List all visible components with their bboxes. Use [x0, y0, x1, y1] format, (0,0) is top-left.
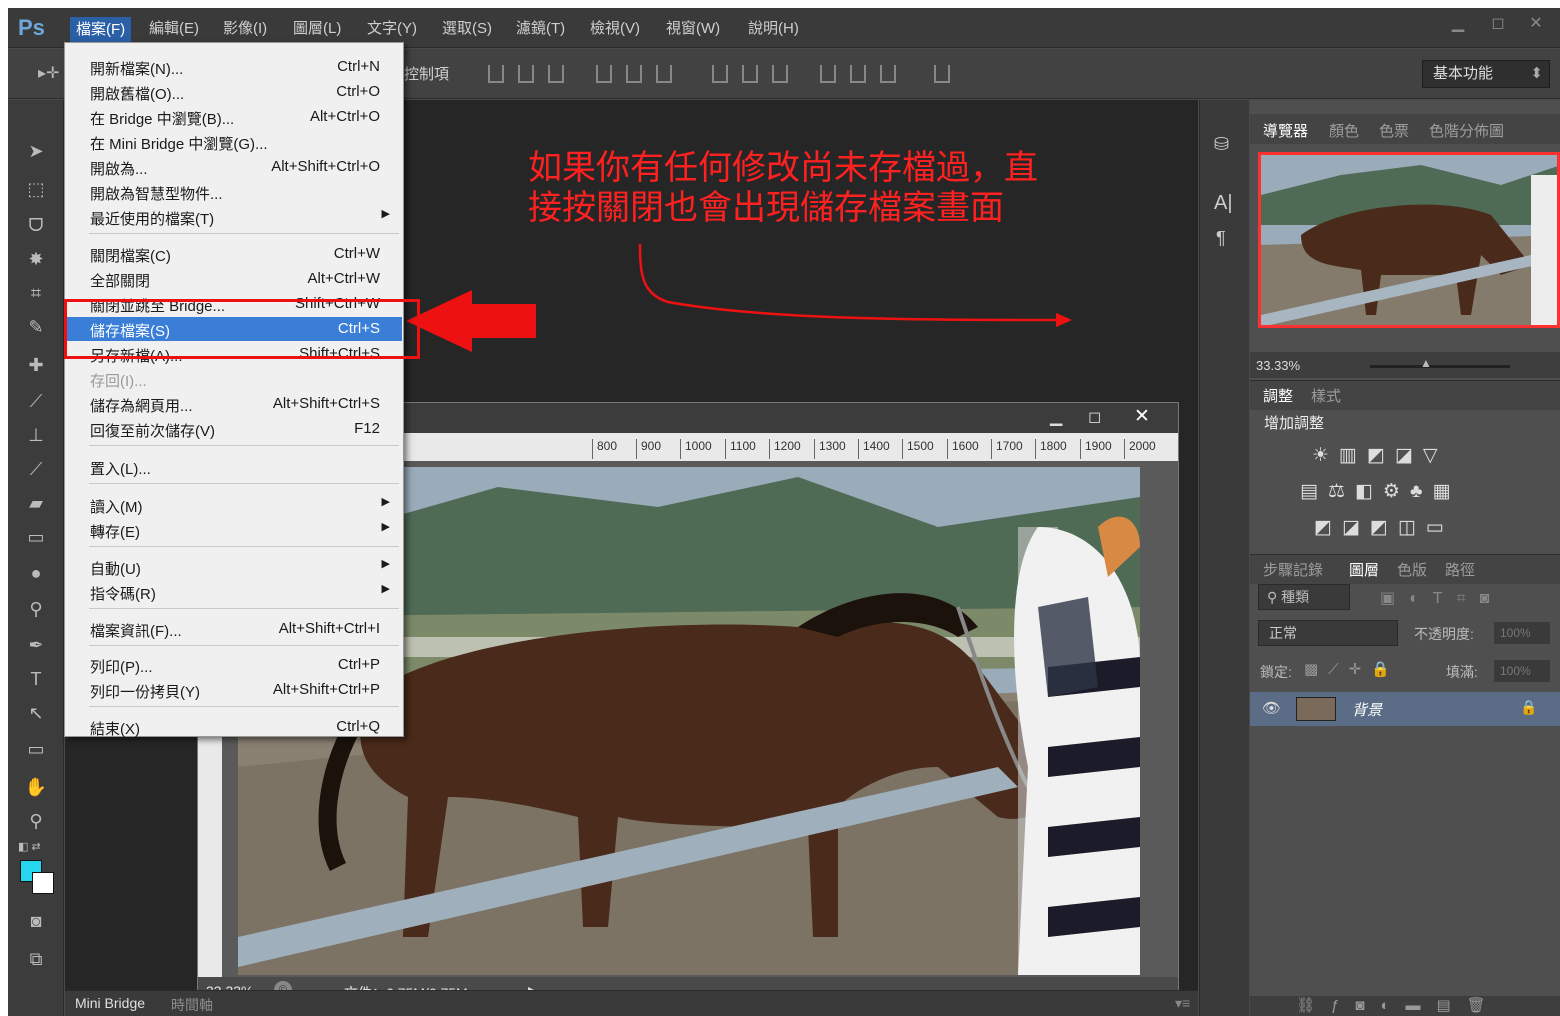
- menu-item-shortcut: Ctrl+Q: [336, 718, 380, 735]
- menu-item-new[interactable]: 開新檔案(N)... Ctrl+N: [66, 55, 402, 79]
- menu-item-label: 儲存為網頁用...: [90, 398, 193, 415]
- submenu-arrow-icon: ▶: [381, 496, 390, 508]
- menu-item-label: 最近使用的檔案(T): [90, 211, 215, 228]
- menu-item-label: 在 Mini Bridge 中瀏覽(G)...: [90, 136, 268, 153]
- menu-item-shortcut: Ctrl+O: [336, 83, 380, 100]
- menu-item-exit[interactable]: 結束(X) Ctrl+Q: [66, 715, 402, 739]
- menu-item-browse-mini-bridge[interactable]: 在 Mini Bridge 中瀏覽(G)...: [66, 130, 402, 154]
- menu-item-shortcut: Alt+Shift+Ctrl+I: [278, 620, 380, 637]
- menu-separator: [89, 445, 399, 446]
- menu-item-open-as[interactable]: 開啟為... Alt+Shift+Ctrl+O: [66, 155, 402, 179]
- menu-item-shortcut: F12: [354, 420, 380, 437]
- menu-separator: [89, 233, 399, 234]
- menu-separator: [89, 546, 399, 547]
- menu-item-open[interactable]: 開啟舊檔(O)... Ctrl+O: [66, 80, 402, 104]
- menu-item-label: 指令碼(R): [90, 586, 156, 603]
- menu-separator: [89, 706, 399, 707]
- menu-item-scripts[interactable]: 指令碼(R) ▶: [66, 580, 402, 604]
- menu-item-label: 回復至前次儲存(V): [90, 423, 215, 440]
- menu-item-file-info[interactable]: 檔案資訊(F)... Alt+Shift+Ctrl+I: [66, 617, 402, 641]
- menu-item-place[interactable]: 置入(L)...: [66, 455, 402, 479]
- menu-item-shortcut: Ctrl+W: [333, 245, 380, 262]
- menu-item-shortcut: Alt+Ctrl+W: [307, 270, 380, 287]
- menu-item-browse-bridge[interactable]: 在 Bridge 中瀏覽(B)... Alt+Ctrl+O: [66, 105, 402, 129]
- highlight-box: [64, 299, 420, 359]
- menu-item-label: 置入(L)...: [90, 461, 151, 478]
- menu-item-open-smart-object[interactable]: 開啟為智慧型物件...: [66, 180, 402, 204]
- menu-item-automate[interactable]: 自動(U) ▶: [66, 555, 402, 579]
- menu-separator: [89, 483, 399, 484]
- menu-item-label: 關閉檔案(C): [90, 248, 171, 265]
- menu-item-print[interactable]: 列印(P)... Ctrl+P: [66, 653, 402, 677]
- menu-item-print-one-copy[interactable]: 列印一份拷貝(Y) Alt+Shift+Ctrl+P: [66, 678, 402, 702]
- photoshop-window: Ps 檔案(F) 編輯(E) 影像(I) 圖層(L) 文字(Y) 選取(S) 濾…: [8, 8, 1560, 1016]
- menu-item-label: 開啟為...: [90, 161, 148, 178]
- submenu-arrow-icon: ▶: [381, 521, 390, 533]
- menu-item-label: 開啟舊檔(O)...: [90, 86, 185, 103]
- menu-separator: [89, 608, 399, 609]
- menu-item-recent-files[interactable]: 最近使用的檔案(T) ▶: [66, 205, 402, 229]
- submenu-arrow-icon: ▶: [381, 558, 390, 570]
- menu-item-label: 結束(X): [90, 721, 140, 738]
- menu-item-label: 檔案資訊(F)...: [90, 623, 182, 640]
- menu-item-revert[interactable]: 回復至前次儲存(V) F12: [66, 417, 402, 441]
- menu-item-shortcut: Alt+Ctrl+O: [309, 108, 380, 125]
- menu-item-shortcut: Ctrl+P: [337, 656, 380, 673]
- menu-item-close[interactable]: 關閉檔案(C) Ctrl+W: [66, 242, 402, 266]
- menu-item-check-in: 存回(I)...: [66, 367, 402, 391]
- menu-item-save-for-web[interactable]: 儲存為網頁用... Alt+Shift+Ctrl+S: [66, 392, 402, 416]
- menu-item-label: 列印一份拷貝(Y): [90, 684, 200, 701]
- menu-item-label: 開新檔案(N)...: [90, 61, 184, 78]
- menu-item-label: 在 Bridge 中瀏覽(B)...: [90, 111, 235, 128]
- big-red-arrow: [406, 290, 536, 352]
- menu-item-shortcut: Alt+Shift+Ctrl+O: [271, 158, 380, 175]
- menu-item-shortcut: Alt+Shift+Ctrl+S: [272, 395, 380, 412]
- submenu-arrow-icon: ▶: [381, 583, 390, 595]
- menu-item-export[interactable]: 轉存(E) ▶: [66, 518, 402, 542]
- menu-item-label: 轉存(E): [90, 524, 140, 541]
- menu-separator: [89, 645, 399, 646]
- menu-item-import[interactable]: 讀入(M) ▶: [66, 493, 402, 517]
- menu-item-label: 自動(U): [90, 561, 141, 578]
- annotation-arrowhead: [1056, 313, 1072, 327]
- menu-item-close-all[interactable]: 全部關閉 Alt+Ctrl+W: [66, 267, 402, 291]
- menu-item-label: 存回(I)...: [90, 373, 147, 390]
- menu-item-label: 全部關閉: [90, 273, 151, 290]
- menu-item-label: 讀入(M): [90, 499, 143, 516]
- file-menu-dropdown: 開新檔案(N)... Ctrl+N 開啟舊檔(O)... Ctrl+O 在 Brid…: [64, 42, 404, 739]
- menu-item-label: 列印(P)...: [90, 659, 153, 676]
- submenu-arrow-icon: ▶: [381, 208, 390, 220]
- annotation-curve: [638, 243, 1061, 322]
- menu-item-shortcut: Alt+Shift+Ctrl+P: [272, 681, 380, 698]
- menu-item-shortcut: Ctrl+N: [337, 58, 380, 75]
- menu-item-label: 開啟為智慧型物件...: [90, 186, 223, 203]
